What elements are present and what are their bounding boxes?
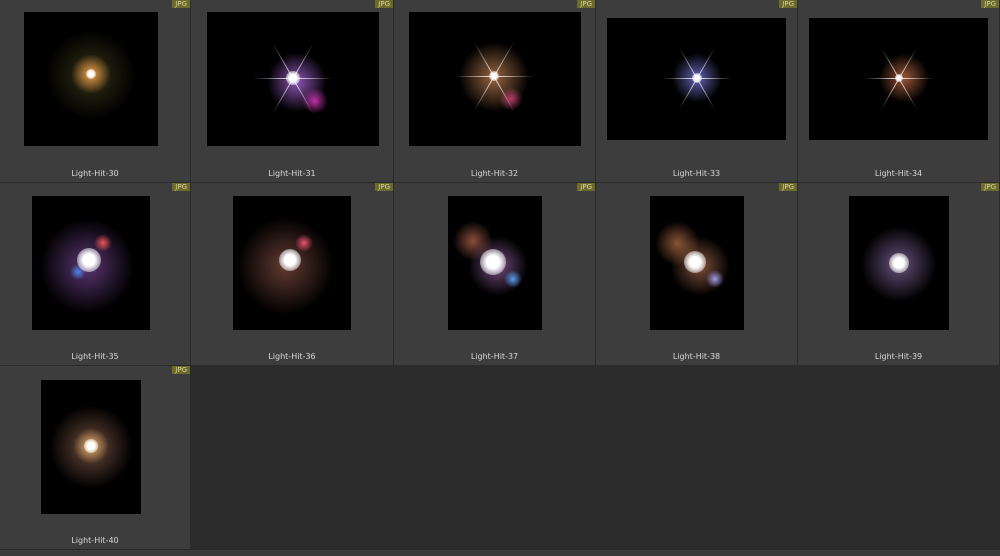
thumbnail-cell[interactable]: JPG Light-Hit-30 <box>0 0 191 183</box>
thumbnail-image[interactable] <box>809 18 988 140</box>
file-name: Light-Hit-38 <box>672 352 721 361</box>
thumbnail-image[interactable] <box>32 196 150 330</box>
file-name: Light-Hit-36 <box>268 352 316 361</box>
file-type-badge: JPG <box>577 183 595 191</box>
thumbnail-cell[interactable]: JPG Light-Hit-36 <box>191 183 394 366</box>
thumbnail-image[interactable] <box>207 12 379 146</box>
file-type-badge: JPG <box>172 183 190 191</box>
thumbnail-cell[interactable]: JPG Light-Hit-34 <box>798 0 1000 183</box>
thumbnail-cell[interactable]: JPG Light-Hit-38 <box>596 183 798 366</box>
status-bar <box>0 550 1000 556</box>
thumbnail-image[interactable] <box>233 196 351 330</box>
thumbnail-image[interactable] <box>650 196 744 330</box>
file-type-badge: JPG <box>779 183 797 191</box>
file-name: Light-Hit-40 <box>71 536 119 545</box>
file-name: Light-Hit-39 <box>874 352 923 361</box>
file-name: Light-Hit-33 <box>672 169 721 178</box>
thumbnail-image[interactable] <box>448 196 542 330</box>
file-name: Light-Hit-37 <box>470 352 519 361</box>
file-name: Light-Hit-32 <box>470 169 519 178</box>
file-type-badge: JPG <box>375 183 393 191</box>
thumbnail-cell[interactable]: JPG Light-Hit-33 <box>596 0 798 183</box>
file-type-badge: JPG <box>779 0 797 8</box>
file-name: Light-Hit-34 <box>874 169 923 178</box>
file-name: Light-Hit-30 <box>71 169 119 178</box>
thumbnail-cell[interactable]: JPG Light-Hit-37 <box>394 183 596 366</box>
thumbnail-image[interactable] <box>849 196 949 330</box>
thumbnail-cell[interactable]: JPG Light-Hit-35 <box>0 183 191 366</box>
file-type-badge: JPG <box>981 183 999 191</box>
thumbnail-image[interactable] <box>409 12 581 146</box>
file-type-badge: JPG <box>577 0 595 8</box>
thumbnail-image[interactable] <box>24 12 158 146</box>
file-type-badge: JPG <box>172 0 190 8</box>
thumbnail-image[interactable] <box>41 380 141 514</box>
file-type-badge: JPG <box>981 0 999 8</box>
file-name: Light-Hit-31 <box>268 169 316 178</box>
file-type-badge: JPG <box>172 366 190 374</box>
thumbnail-image[interactable] <box>607 18 786 140</box>
thumbnail-cell[interactable]: JPG Light-Hit-32 <box>394 0 596 183</box>
thumbnail-cell[interactable]: JPG Light-Hit-31 <box>191 0 394 183</box>
file-name: Light-Hit-35 <box>71 352 119 361</box>
thumbnail-cell[interactable]: JPG Light-Hit-39 <box>798 183 1000 366</box>
file-type-badge: JPG <box>375 0 393 8</box>
thumbnail-cell[interactable]: JPG Light-Hit-40 <box>0 366 191 550</box>
